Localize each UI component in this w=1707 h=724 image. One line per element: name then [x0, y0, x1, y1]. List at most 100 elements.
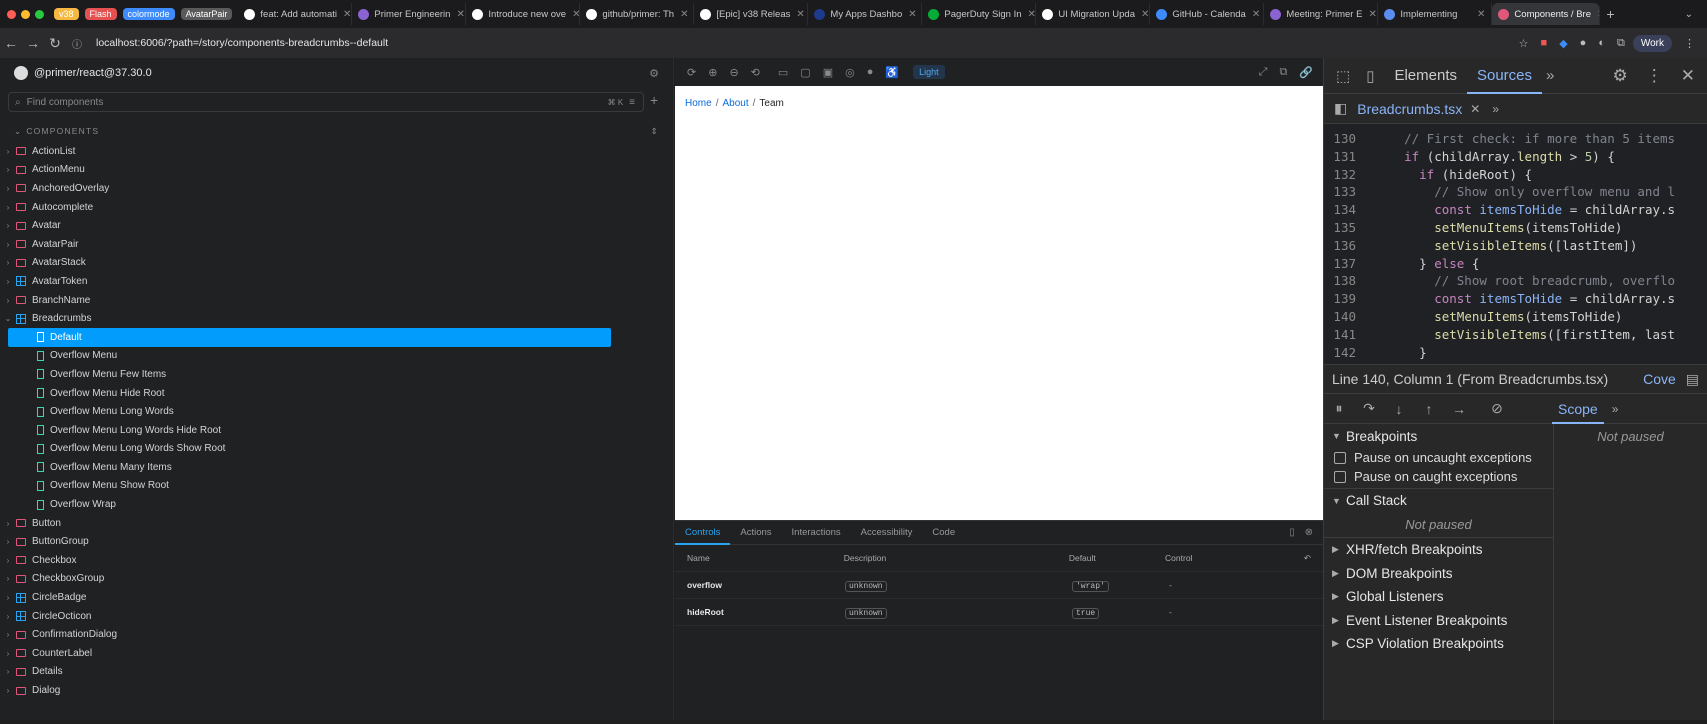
- line-number[interactable]: 140: [1324, 308, 1374, 326]
- line-number[interactable]: 137: [1324, 255, 1374, 273]
- step-icon[interactable]: →: [1444, 401, 1474, 417]
- code-line[interactable]: 142 }: [1324, 344, 1707, 362]
- sidebar-component-item[interactable]: › AvatarToken: [0, 272, 673, 291]
- site-info-icon[interactable]: ⓘ: [66, 36, 88, 51]
- sidebar-story-item[interactable]: Overflow Wrap: [0, 495, 673, 514]
- accessibility-icon[interactable]: ♿: [885, 66, 899, 79]
- close-panel-icon[interactable]: ⊗: [1305, 527, 1313, 538]
- close-tab-icon[interactable]: ✕: [450, 9, 464, 20]
- reload-icon[interactable]: ↻: [44, 35, 66, 52]
- sidebar-component-item[interactable]: › Button: [0, 514, 673, 533]
- extension-icon[interactable]: ●: [1580, 37, 1587, 49]
- sidebar-component-item[interactable]: ⌄ Breadcrumbs: [0, 309, 673, 328]
- close-tab-icon[interactable]: ✕: [1591, 9, 1599, 20]
- menu-dots-icon[interactable]: ⋮: [1684, 37, 1695, 50]
- extension-icon[interactable]: ■: [1541, 37, 1548, 49]
- copy-link-icon[interactable]: 🔗: [1299, 66, 1313, 79]
- sidebar-component-item[interactable]: › CircleOcticon: [0, 607, 673, 626]
- code-line[interactable]: 132 if (hideRoot) {: [1324, 166, 1707, 184]
- browser-tab[interactable]: My Apps Dashbo ✕: [808, 3, 923, 25]
- devtools-section[interactable]: ▶ CSP Violation Breakpoints: [1324, 632, 1553, 656]
- add-button[interactable]: +: [650, 92, 658, 108]
- line-number[interactable]: 133: [1324, 183, 1374, 201]
- line-number[interactable]: 130: [1324, 130, 1374, 148]
- sidebar-story-item[interactable]: Overflow Menu Few Items: [0, 365, 673, 384]
- sidebar-story-item[interactable]: Overflow Menu: [0, 347, 673, 366]
- extension-icon[interactable]: ◆: [1559, 37, 1567, 50]
- coverage-label[interactable]: Cove: [1643, 371, 1676, 387]
- new-tab-button[interactable]: +: [1606, 6, 1614, 22]
- browser-tab[interactable]: GitHub - Calenda ✕: [1150, 3, 1265, 25]
- tab-group-pill[interactable]: Flash: [84, 8, 117, 20]
- sidebar-story-item[interactable]: Overflow Menu Long Words: [0, 402, 673, 421]
- sidebar-component-item[interactable]: › ActionList: [0, 142, 673, 161]
- more-tabs-icon[interactable]: »: [1612, 402, 1619, 416]
- grid-icon[interactable]: ▭: [778, 66, 788, 79]
- code-editor[interactable]: 130 // First check: if more than 5 items…: [1324, 124, 1707, 364]
- reset-controls-icon[interactable]: ↶: [1304, 553, 1311, 564]
- line-number[interactable]: 139: [1324, 290, 1374, 308]
- devtools-section[interactable]: ▶ Global Listeners: [1324, 585, 1553, 609]
- sidebar-component-item[interactable]: › AvatarPair: [0, 235, 673, 254]
- sidebar-component-item[interactable]: › Avatar: [0, 216, 673, 235]
- bookmark-star-icon[interactable]: ☆: [1519, 37, 1529, 50]
- tab-actions[interactable]: Actions: [730, 521, 781, 545]
- sidebar-component-item[interactable]: › Details: [0, 663, 673, 682]
- code-line[interactable]: 141 setVisibleItems([firstItem, last: [1324, 326, 1707, 344]
- background-icon[interactable]: ▢: [800, 66, 810, 79]
- code-line[interactable]: 135 setMenuItems(itemsToHide): [1324, 219, 1707, 237]
- search-input[interactable]: ⌕ Find components ⌘ K ≡: [8, 92, 644, 112]
- browser-tab[interactable]: [Epic] v38 Releas ✕: [694, 3, 809, 25]
- close-tab-icon[interactable]: ✕: [1022, 9, 1036, 20]
- browser-tab[interactable]: Meeting: Primer E ✕: [1264, 3, 1379, 25]
- deactivate-breakpoints-icon[interactable]: ⊘: [1482, 400, 1512, 417]
- more-tabs-icon[interactable]: »: [1546, 67, 1554, 84]
- outline-icon[interactable]: ●: [867, 66, 874, 78]
- url-field[interactable]: localhost:6006/?path=/story/components-b…: [96, 37, 388, 49]
- browser-tab[interactable]: Primer Engineerin ✕: [352, 3, 467, 25]
- device-toolbar-icon[interactable]: ▯: [1366, 67, 1374, 85]
- tab-group-pill[interactable]: v38: [54, 8, 79, 20]
- components-section-header[interactable]: ⌄ COMPONENTS ⇕: [0, 124, 673, 138]
- tab-sources[interactable]: Sources: [1466, 58, 1543, 94]
- sidebar-story-item[interactable]: Default: [8, 327, 611, 347]
- close-tab-icon[interactable]: ✕: [1362, 9, 1376, 20]
- breakpoints-section[interactable]: ▼ Breakpoints: [1324, 424, 1553, 448]
- code-line[interactable]: 140 setMenuItems(itemsToHide): [1324, 308, 1707, 326]
- browser-tab[interactable]: github/primer: Th ✕: [580, 3, 695, 25]
- step-into-icon[interactable]: ↓: [1384, 401, 1414, 417]
- sidebar-component-item[interactable]: › ButtonGroup: [0, 532, 673, 551]
- reload-icon[interactable]: ⟳: [687, 66, 696, 79]
- collapse-all-icon[interactable]: ⇕: [651, 126, 659, 137]
- scope-tab[interactable]: Scope: [1552, 394, 1604, 424]
- sidebar-component-item[interactable]: › CircleBadge: [0, 588, 673, 607]
- code-line[interactable]: 131 if (childArray.length > 5) {: [1324, 148, 1707, 166]
- line-number[interactable]: 132: [1324, 166, 1374, 184]
- settings-gear-icon[interactable]: ⚙: [1613, 66, 1628, 86]
- sidebar-story-item[interactable]: Overflow Menu Long Words Hide Root: [0, 421, 673, 440]
- browser-tab[interactable]: feat: Add automati ✕: [238, 3, 353, 25]
- close-file-icon[interactable]: ✕: [1470, 102, 1480, 116]
- sidebar-component-item[interactable]: › CounterLabel: [0, 644, 673, 663]
- browser-tab[interactable]: Implementing ✕: [1378, 3, 1493, 25]
- close-tab-icon[interactable]: ✕: [337, 9, 351, 20]
- zoom-in-icon[interactable]: ⊕: [708, 66, 717, 79]
- sidebar-component-item[interactable]: › Autocomplete: [0, 198, 673, 217]
- extension-icon[interactable]: ◐: [1598, 37, 1605, 49]
- viewport-icon[interactable]: ▣: [823, 66, 833, 79]
- measure-icon[interactable]: ◎: [845, 66, 855, 79]
- browser-tab[interactable]: PagerDuty Sign In ✕: [922, 3, 1037, 25]
- close-icon[interactable]: ✕: [1681, 66, 1695, 86]
- tab-elements[interactable]: Elements: [1384, 58, 1467, 94]
- pause-caught-checkbox[interactable]: Pause on caught exceptions: [1324, 467, 1553, 486]
- fullscreen-icon[interactable]: ⤢: [1259, 66, 1268, 79]
- step-over-icon[interactable]: ↷: [1354, 400, 1384, 417]
- menu-dots-icon[interactable]: ⋮: [1646, 66, 1663, 86]
- more-files-icon[interactable]: »: [1492, 102, 1499, 116]
- line-number[interactable]: 131: [1324, 148, 1374, 166]
- line-number[interactable]: 141: [1324, 326, 1374, 344]
- close-tab-icon[interactable]: ✕: [1135, 9, 1149, 20]
- code-line[interactable]: 130 // First check: if more than 5 items: [1324, 130, 1707, 148]
- line-number[interactable]: 134: [1324, 201, 1374, 219]
- sidebar-component-item[interactable]: › AnchoredOverlay: [0, 179, 673, 198]
